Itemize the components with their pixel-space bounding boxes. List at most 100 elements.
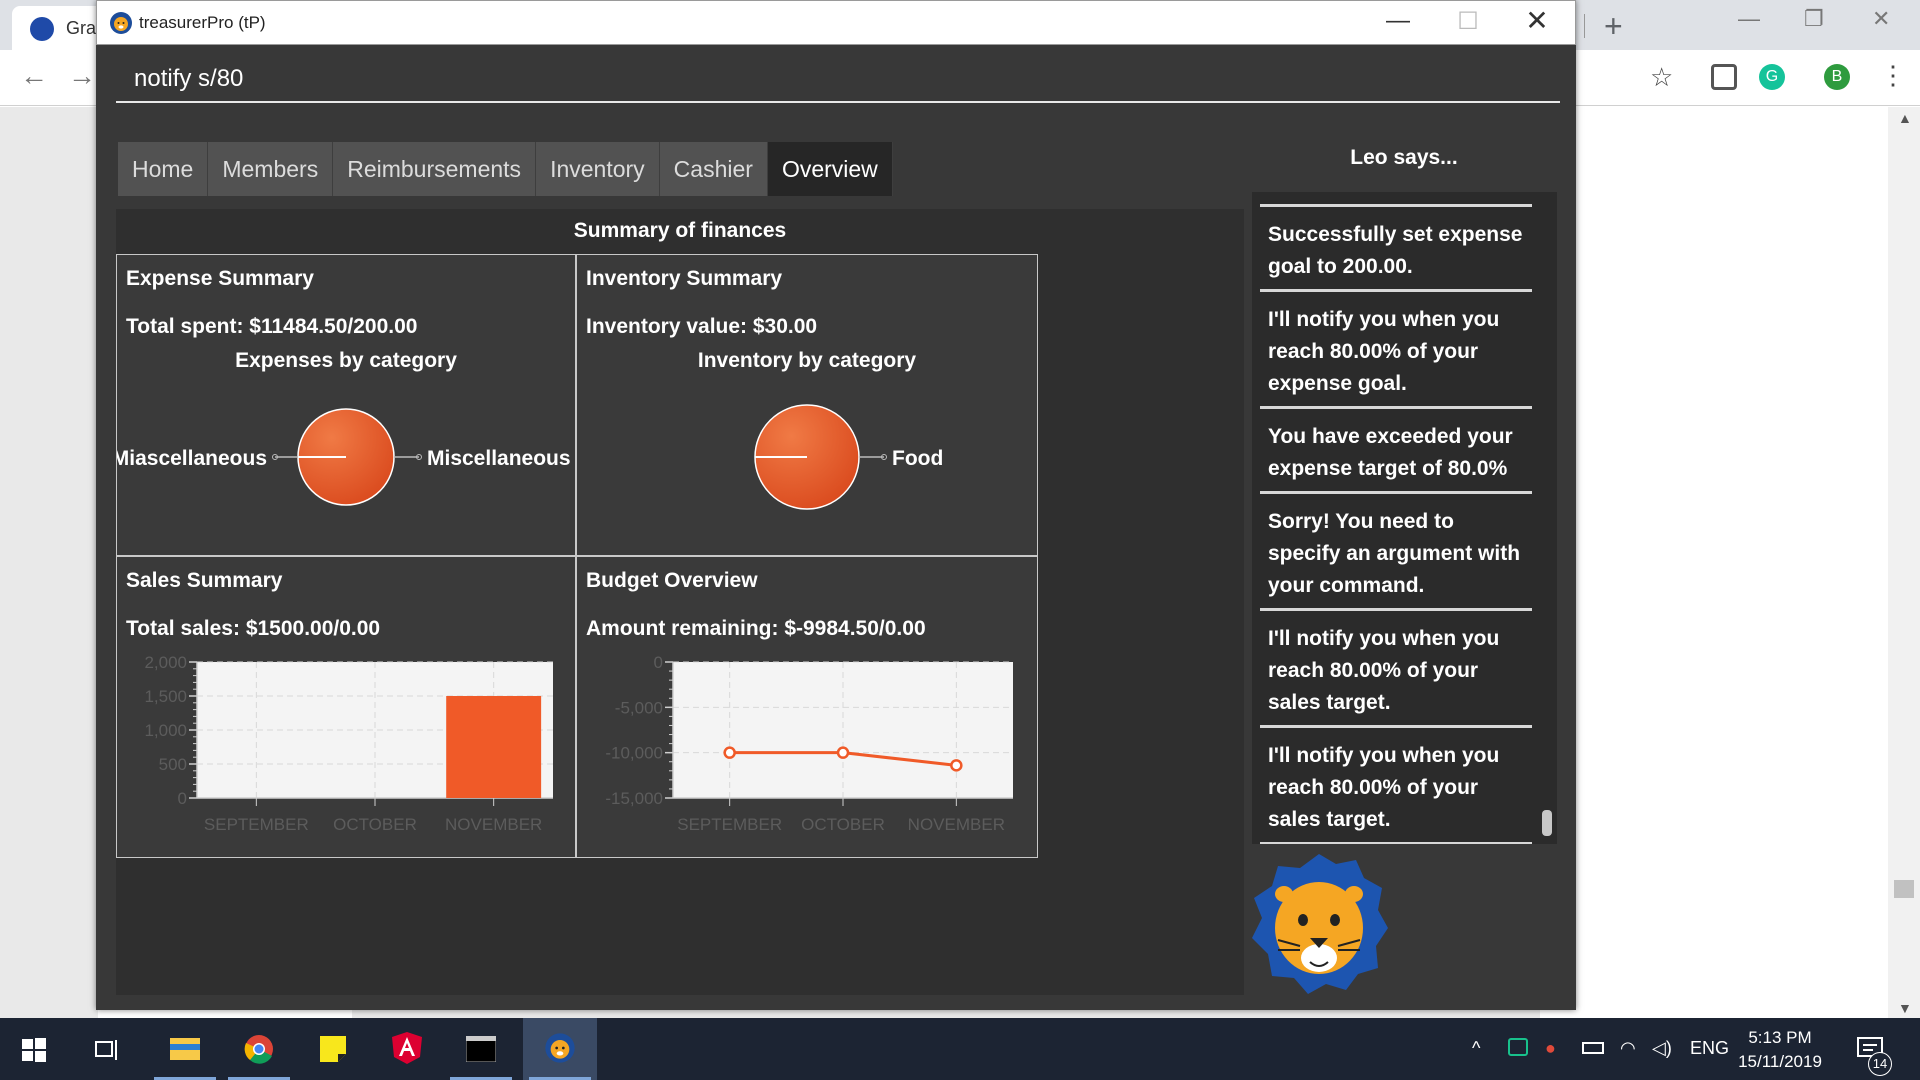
budget-line-chart: 0 -5,000 -10,000 -15,000 SEPTEMBER OCTOBER NOV… [605,653,1013,834]
tray-overflow-icon[interactable]: ^ [1472,1038,1480,1059]
window-title: treasurerPro (tP) [139,13,266,32]
forward-arrow-icon[interactable]: → [68,60,96,92]
leo-message: I'll notify you when you reach 80.00% of… [1260,725,1532,844]
tray-chrome-icon[interactable]: ● [1545,1038,1556,1059]
close-icon[interactable]: ✕ [1513,4,1561,37]
y-tick-label: -5,000 [615,698,663,717]
tab-inventory[interactable]: Inventory [536,142,660,196]
scroll-down-icon[interactable]: ▼ [1898,1000,1912,1016]
x-tick-label: SEPTEMBER [677,815,782,834]
y-tick-label: 2,000 [144,653,187,672]
x-tick-label: OCTOBER [801,815,885,834]
taskbar-clock[interactable]: 5:13 PM 15/11/2019 [1730,1026,1830,1074]
terminal-taskbar[interactable] [444,1018,518,1080]
browser-scrollbar-thumb[interactable] [1894,880,1914,898]
x-tick-label: SEPTEMBER [204,815,309,834]
point-october [836,746,850,759]
y-tick-label: 1,500 [144,687,187,706]
browser-restore-icon[interactable]: ❐ [1804,6,1824,32]
window-titlebar[interactable]: treasurerPro (tP) — ☐ ✕ [96,0,1576,45]
tab-members[interactable]: Members [208,142,334,196]
command-box [96,45,1576,121]
profile-avatar[interactable]: B [1824,64,1850,90]
wifi-icon[interactable]: ◠ [1620,1038,1636,1059]
browser-close-icon[interactable]: ✕ [1872,6,1890,32]
tab-reimbursements[interactable]: Reimbursements [333,142,537,196]
main-tabbar: Home Members Reimbursements Inventory Ca… [118,142,893,196]
tabstrip-divider [1584,14,1585,38]
task-view-icon[interactable] [94,1038,120,1062]
expense-summary-card: Expense Summary Total spent: $11484.50/2… [116,254,576,556]
folder-icon [170,1038,200,1060]
leo-message: You have exceeded your expense target of… [1260,406,1532,491]
finance-summary: Summary of finances Expense Summary Tota… [116,209,1244,995]
grammarly-extension-icon[interactable]: G [1759,64,1785,90]
chrome-taskbar[interactable] [222,1018,296,1080]
pie-label-miscellaneous: Miscellaneous [427,447,571,470]
leo-scrollbar-thumb[interactable] [1542,810,1552,836]
leo-message: I'll notify you when you reach 80.00% of… [1260,289,1532,406]
browser-page-margin [0,107,98,1018]
chrome-icon [244,1035,273,1064]
leo-message: Successfully set expense goal to 200.00. [1260,204,1532,289]
leo-lion-mascot [1252,854,1388,994]
minimize-icon[interactable]: — [1374,7,1422,35]
browser-tab-title: Gra [66,18,97,38]
notification-count-badge: 14 [1868,1052,1892,1076]
treasurerpro-window: treasurerPro (tP) — ☐ ✕ Home Members Rei… [96,0,1576,1010]
language-indicator[interactable]: ENG [1690,1038,1729,1059]
bookmark-star-icon[interactable]: ☆ [1650,62,1673,93]
point-september [723,746,736,759]
x-tick-label: NOVEMBER [445,815,542,834]
y-tick-label: 500 [159,755,187,774]
y-tick-label: 0 [654,653,663,672]
browser-minimize-icon[interactable]: — [1738,6,1760,32]
angular-taskbar[interactable] [370,1018,444,1080]
back-arrow-icon[interactable]: ← [20,60,48,92]
expense-pie-chart: Miascellaneous Miscellaneous [117,408,571,506]
lion-app-icon [545,1033,575,1063]
treasurerpro-taskbar[interactable] [523,1018,597,1080]
angular-icon [392,1032,422,1064]
file-explorer-taskbar[interactable] [148,1018,222,1080]
sales-bar-chart: 0 500 1,000 1,500 2,000 SEPTEMBER OCTOBER NOVEM… [144,653,553,834]
new-tab-icon[interactable]: + [1604,8,1623,45]
tab-cashier[interactable]: Cashier [659,142,768,196]
tab-overview[interactable]: Overview [767,142,893,196]
cast-extension-icon[interactable] [1711,64,1737,90]
y-tick-label: 1,000 [144,721,187,740]
leo-message: I'll notify you when you reach 80.00% of… [1260,608,1532,725]
scroll-up-icon[interactable]: ▲ [1898,110,1912,126]
y-tick-label: -15,000 [605,789,663,808]
leo-title: Leo says... [1350,146,1458,169]
sticky-note-icon [320,1036,346,1062]
sticky-notes-taskbar[interactable] [296,1018,370,1080]
inventory-summary-card: Inventory Summary Inventory value: $30.0… [576,254,1038,556]
terminal-icon [466,1036,496,1062]
bar-november [446,696,542,798]
maximize-icon[interactable]: ☐ [1444,7,1492,36]
y-tick-label: -10,000 [605,744,663,763]
summary-title: Summary of finances [573,219,787,242]
leo-message: Sorry! You need to specify an argument w… [1260,491,1532,608]
lion-app-icon [110,12,132,34]
clock-time: 5:13 PM [1748,1028,1812,1047]
windows-taskbar: ^ ● ◠ ◁) ENG 5:13 PM 15/11/2019 14 [0,1018,1920,1080]
tab-home[interactable]: Home [118,142,209,196]
x-tick-label: NOVEMBER [908,815,1005,834]
pie-label-food: Food [892,447,943,470]
tray-app-icon[interactable] [1508,1038,1528,1056]
command-input[interactable] [116,57,1560,103]
browser-menu-icon[interactable]: ⋮ [1880,60,1906,91]
budget-overview-card: Budget Overview Amount remaining: $-9984… [576,556,1038,858]
leo-message-panel[interactable]: Successfully set expense goal to 200.00.… [1252,192,1557,844]
point-november [950,759,963,772]
y-tick-label: 0 [178,789,187,808]
clock-date: 15/11/2019 [1738,1052,1822,1071]
sales-summary-card: Sales Summary Total sales: $1500.00/0.00… [116,556,576,858]
battery-icon[interactable] [1582,1042,1604,1054]
volume-icon[interactable]: ◁) [1652,1038,1672,1059]
windows-start-icon[interactable] [22,1038,46,1062]
inventory-pie-chart: Food [754,404,943,510]
leo-message-list: Successfully set expense goal to 200.00.… [1260,204,1532,844]
